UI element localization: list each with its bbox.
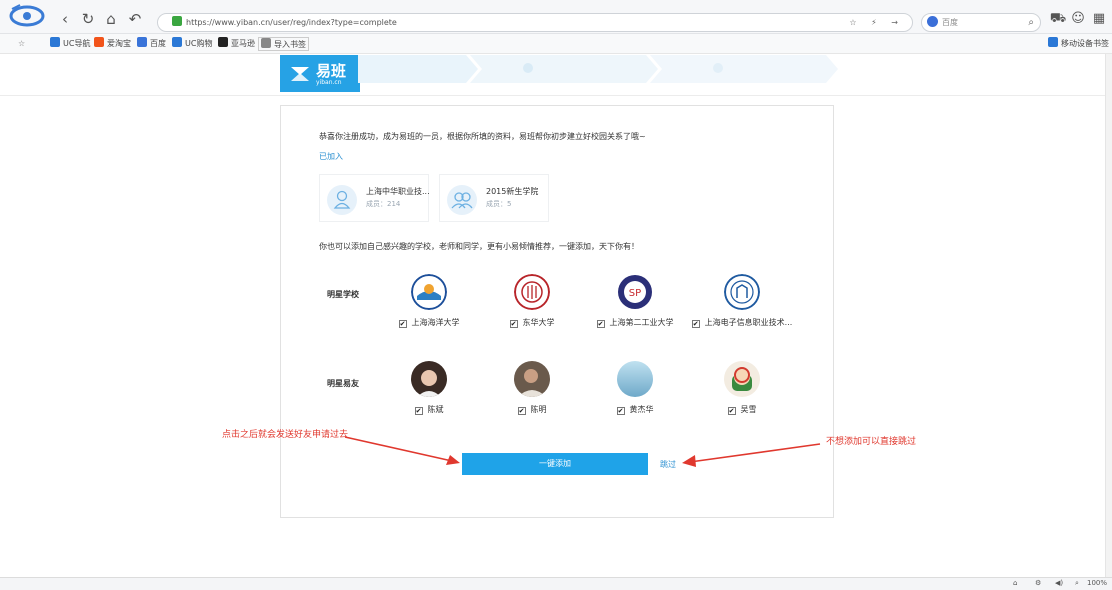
secure-site-icon: [172, 16, 182, 26]
bookmark-aitaobao[interactable]: 爱淘宝: [94, 37, 131, 51]
bookmark-amazon[interactable]: 亚马逊: [218, 37, 255, 51]
friend-item[interactable]: ✔ 陈斌: [374, 361, 484, 415]
school-item[interactable]: ✔ 东华大学: [477, 274, 587, 328]
logo-subtext: yiban.cn: [316, 79, 342, 86]
avatar: [514, 361, 550, 397]
avatar: [617, 361, 653, 397]
add-all-button[interactable]: 一键添加: [462, 453, 648, 475]
browser-statusbar: ⌂ ⚙ ◀) ⌕ 100%: [0, 577, 1112, 590]
friend-item[interactable]: ✔ 黄杰华: [580, 361, 690, 415]
group-name: 2015新生学院: [486, 187, 539, 196]
schools-row-title: 明星学校: [327, 290, 359, 299]
bookmarks-bar: ☆ UC导航 爱淘宝 百度 UC购物 亚马逊 导入书签 移动设备书签: [0, 34, 1112, 54]
school-name: 东华大学: [522, 318, 555, 327]
search-box[interactable]: 百度 ⌕: [921, 13, 1041, 32]
cart-icon[interactable]: ⛟: [1049, 9, 1067, 29]
school-checkbox[interactable]: ✔: [596, 320, 605, 328]
logo-text: 易班: [316, 62, 347, 80]
school-item[interactable]: ✔ 上海电子信息职业技术...: [687, 274, 797, 328]
avatar: [411, 361, 447, 397]
bookmark-favicon: [94, 37, 104, 47]
bookmark-star-icon[interactable]: ☆: [18, 37, 25, 51]
status-settings-icon[interactable]: ⚙: [1035, 579, 1041, 587]
group-name: 上海中华职业技...: [366, 187, 430, 196]
school-logo-icon: SP: [617, 274, 653, 310]
volume-icon[interactable]: ◀): [1055, 579, 1063, 587]
school-item[interactable]: SP ✔ 上海第二工业大学: [580, 274, 690, 328]
page-scrollbar[interactable]: [1105, 54, 1112, 577]
skip-link[interactable]: 跳过: [660, 459, 676, 470]
intro-text: 恭喜你注册成功，成为易班的一员，根据你所填的资料，易班帮你初步建立好校园关系了哦…: [319, 132, 646, 141]
registration-steps: [358, 55, 838, 83]
school-name: 上海电子信息职业技术...: [704, 318, 793, 327]
bookmark-uc-nav[interactable]: UC导航: [50, 37, 90, 51]
school-logo-icon: [411, 274, 447, 310]
back-icon[interactable]: ‹: [56, 9, 74, 29]
yiban-logo[interactable]: 易班 yiban.cn: [280, 55, 360, 92]
friend-name: 吴雪: [740, 405, 757, 414]
svg-text:SP: SP: [629, 288, 641, 299]
annotation-right-text: 不想添加可以直接跳过: [826, 437, 917, 447]
menu-grid-icon[interactable]: ▦: [1090, 9, 1108, 29]
friend-checkbox[interactable]: ✔: [414, 407, 423, 415]
mobile-bookmarks[interactable]: 移动设备书签: [1048, 37, 1109, 51]
yiban-logo-icon: [291, 67, 309, 81]
address-bar[interactable]: https://www.yiban.cn/user/reg/index?type…: [157, 13, 913, 32]
bookmark-favicon: [50, 37, 60, 47]
search-engine-label: 百度: [942, 18, 958, 27]
user-icon[interactable]: ☺: [1069, 9, 1087, 29]
school-logo-icon: [724, 274, 760, 310]
school-item[interactable]: ✔ 上海海洋大学: [374, 274, 484, 328]
bookmark-favicon: [172, 37, 182, 47]
school-checkbox[interactable]: ✔: [509, 320, 518, 328]
home-icon[interactable]: ⌂: [102, 9, 120, 29]
bookmark-favicon: [137, 37, 147, 47]
reload-icon[interactable]: ↻: [79, 9, 97, 29]
uc-logo-icon[interactable]: [8, 3, 46, 27]
joined-label[interactable]: 已加入: [319, 151, 343, 162]
group-members: 成员：5: [486, 200, 512, 208]
suggest-text: 你也可以添加自己感兴趣的学校，老师和同学，更有小易倾情推荐，一键添加，天下你有！: [319, 242, 639, 251]
folder-icon: [1048, 37, 1058, 47]
address-bar-actions-icon[interactable]: ☆ ⚡ →: [849, 14, 904, 31]
annotation-left-text: 点击之后就会发送好友申请过去: [222, 430, 349, 440]
joined-group-card[interactable]: 2015新生学院 成员：5: [439, 174, 549, 222]
friend-checkbox[interactable]: ✔: [616, 407, 625, 415]
person-icon: [327, 185, 357, 215]
friend-name: 陈斌: [427, 405, 444, 414]
joined-group-card[interactable]: 上海中华职业技... 成员：214: [319, 174, 430, 222]
school-name: 上海第二工业大学: [609, 318, 674, 327]
avatar: [724, 361, 760, 397]
friend-name: 黄杰华: [629, 405, 654, 414]
undo-icon[interactable]: ↶: [126, 9, 144, 29]
search-icon[interactable]: ⌕: [1028, 14, 1034, 31]
friend-item[interactable]: ✔ 陈明: [477, 361, 587, 415]
bookmark-uc-shop[interactable]: UC购物: [172, 37, 212, 51]
import-icon: [261, 38, 271, 48]
bookmark-import[interactable]: 导入书签: [258, 37, 309, 51]
friend-checkbox[interactable]: ✔: [517, 407, 526, 415]
friend-checkbox[interactable]: ✔: [727, 407, 736, 415]
status-home-icon[interactable]: ⌂: [1013, 579, 1017, 587]
group-members: 成员：214: [366, 200, 401, 208]
friend-name: 陈明: [530, 405, 547, 414]
school-name: 上海海洋大学: [411, 318, 460, 327]
browser-toolbar: ‹ ↻ ⌂ ↶ https://www.yiban.cn/user/reg/in…: [0, 0, 1112, 34]
school-checkbox[interactable]: ✔: [691, 320, 700, 328]
group-icon: [447, 185, 477, 215]
url-text: https://www.yiban.cn/user/reg/index?type…: [186, 18, 397, 27]
search-engine-icon[interactable]: [927, 16, 938, 27]
registration-complete-card: 恭喜你注册成功，成为易班的一员，根据你所填的资料，易班帮你初步建立好校园关系了哦…: [280, 105, 834, 518]
zoom-level[interactable]: 100%: [1087, 579, 1107, 587]
friend-item[interactable]: ✔ 吴雪: [687, 361, 797, 415]
friends-row-title: 明星易友: [327, 379, 359, 388]
bookmark-favicon: [218, 37, 228, 47]
zoom-icon[interactable]: ⌕: [1075, 579, 1079, 588]
school-checkbox[interactable]: ✔: [398, 320, 407, 328]
bookmark-baidu[interactable]: 百度: [137, 37, 166, 51]
school-logo-icon: [514, 274, 550, 310]
